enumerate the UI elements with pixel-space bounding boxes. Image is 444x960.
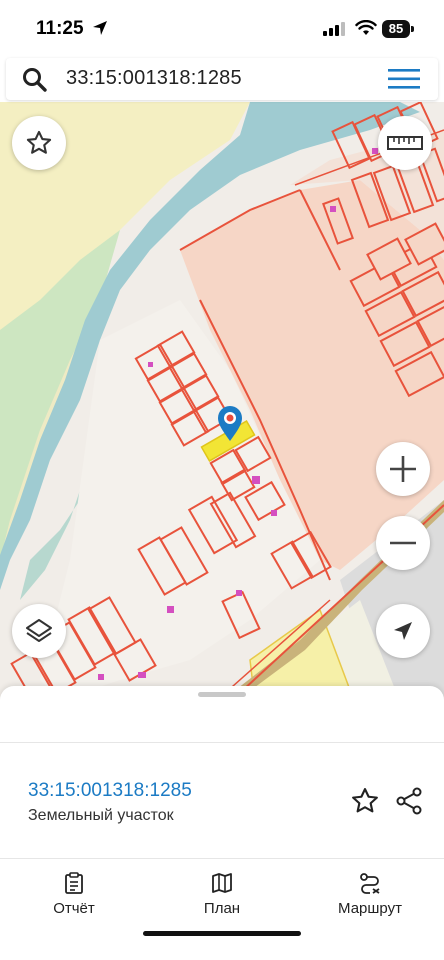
report-icon (65, 872, 83, 894)
map-plan-icon (212, 873, 232, 893)
search-icon[interactable] (22, 67, 48, 93)
favorite-map-button[interactable] (12, 116, 66, 170)
wifi-icon (355, 20, 377, 35)
plus-icon (390, 456, 416, 482)
parcel-type-label: Земельный участок (28, 807, 174, 824)
sheet-divider-bottom (0, 858, 444, 859)
battery-tip (411, 26, 414, 32)
hamburger-menu-icon[interactable] (388, 68, 420, 90)
battery-indicator: 85 (382, 20, 410, 38)
nav-route[interactable]: Маршрут (310, 872, 430, 918)
share-icon[interactable] (394, 786, 424, 816)
nav-report[interactable]: Отчёт (14, 872, 134, 918)
search-input[interactable]: 33:15:001318:1285 (66, 67, 242, 90)
route-icon (360, 873, 380, 894)
home-indicator[interactable] (143, 931, 301, 936)
nav-plan[interactable]: План (162, 872, 282, 918)
zoom-out-button[interactable] (376, 516, 430, 570)
minus-icon (390, 541, 416, 545)
nav-plan-label: План (203, 900, 241, 917)
ruler-icon (387, 136, 423, 150)
search-bar[interactable]: 33:15:001318:1285 (6, 58, 438, 100)
nav-route-label: Маршрут (338, 900, 402, 917)
sheet-drag-handle[interactable] (198, 692, 246, 697)
parcel-cadastral-number[interactable]: 33:15:001318:1285 (28, 780, 192, 802)
favorite-star-icon[interactable] (350, 786, 380, 816)
cadastral-map[interactable] (0, 102, 444, 702)
navigation-arrow-icon (394, 622, 412, 640)
parcel-info-sheet[interactable]: 33:15:001318:1285 Земельный участок Отчё… (0, 686, 444, 960)
star-outline-icon (26, 130, 52, 154)
location-arrow-icon (93, 21, 107, 35)
map-canvas[interactable] (0, 102, 444, 702)
sheet-divider-top (0, 742, 444, 743)
ruler-button[interactable] (378, 116, 432, 170)
zoom-in-button[interactable] (376, 442, 430, 496)
my-location-button[interactable] (376, 604, 430, 658)
status-bar: 11:25 85 (0, 0, 444, 56)
status-time: 11:25 (36, 18, 84, 39)
cellular-signal-icon (323, 22, 345, 36)
nav-report-label: Отчёт (53, 900, 95, 917)
layers-icon (26, 619, 52, 642)
layers-button[interactable] (12, 604, 66, 658)
